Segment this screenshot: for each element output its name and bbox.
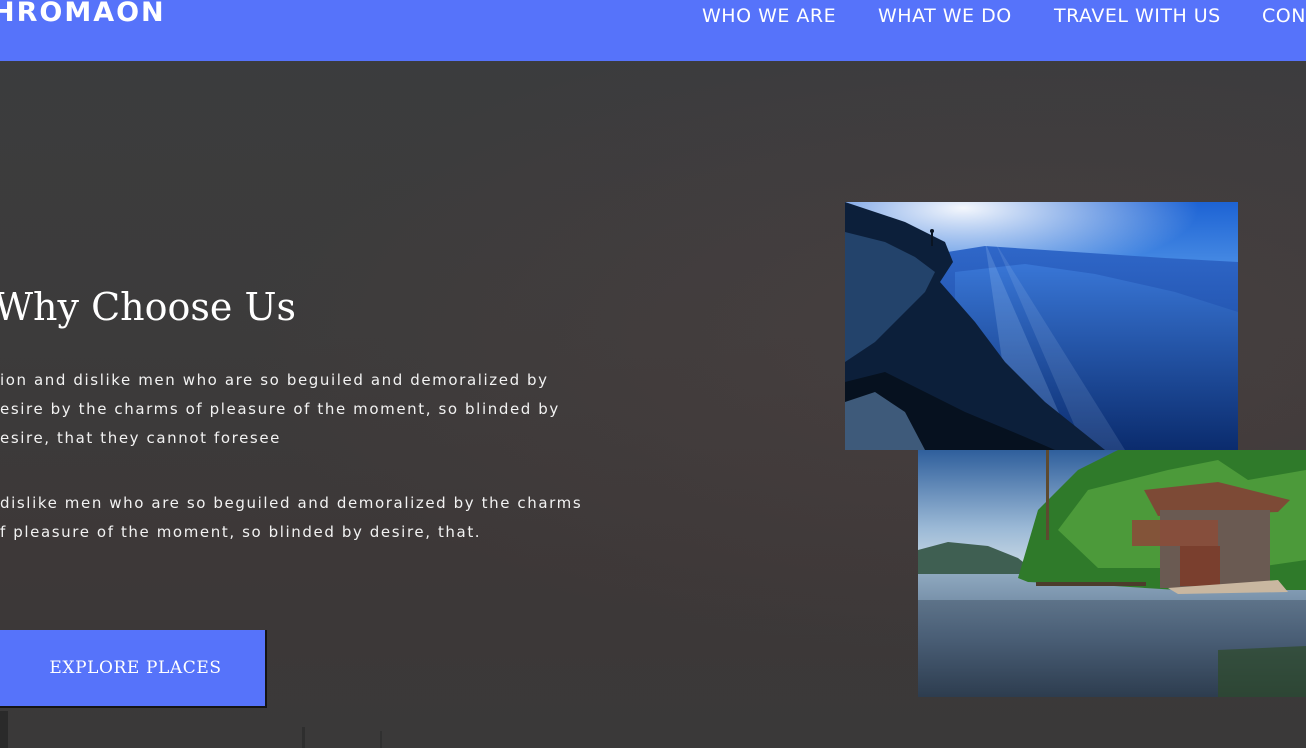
mountain-valley-photo [845,202,1238,450]
navbar: HROMAON WHO WE ARE WHAT WE DO TRAVEL WIT… [0,0,1306,61]
intro-paragraph: ion and dislike men who are so beguiled … [0,366,560,453]
paragraph-line: f pleasure of the moment, so blinded by … [0,523,482,541]
paragraph-line: dislike men who are so beguiled and demo… [0,494,583,512]
brand-logo[interactable]: HROMAON [0,0,166,28]
page: HROMAON WHO WE ARE WHAT WE DO TRAVEL WIT… [0,0,1306,748]
nav-link-who-we-are[interactable]: WHO WE ARE [702,4,836,28]
lake-boathouse-photo [918,450,1306,697]
nav-link-travel-with-us[interactable]: TRAVEL WITH US [1054,4,1221,28]
nav-link-contact[interactable]: CON [1262,4,1306,28]
paragraph-line: esire, that they cannot foresee [0,429,281,447]
section-heading: Why Choose Us [0,285,296,329]
paragraph-line: esire by the charms of pleasure of the m… [0,400,560,418]
secondary-paragraph: dislike men who are so beguiled and demo… [0,489,582,547]
explore-places-button[interactable]: EXPLORE PLACES [0,630,267,708]
paragraph-line: ion and dislike men who are so beguiled … [0,371,549,389]
nav-link-what-we-do[interactable]: WHAT WE DO [878,4,1012,28]
horizon-silhouette [0,711,382,748]
